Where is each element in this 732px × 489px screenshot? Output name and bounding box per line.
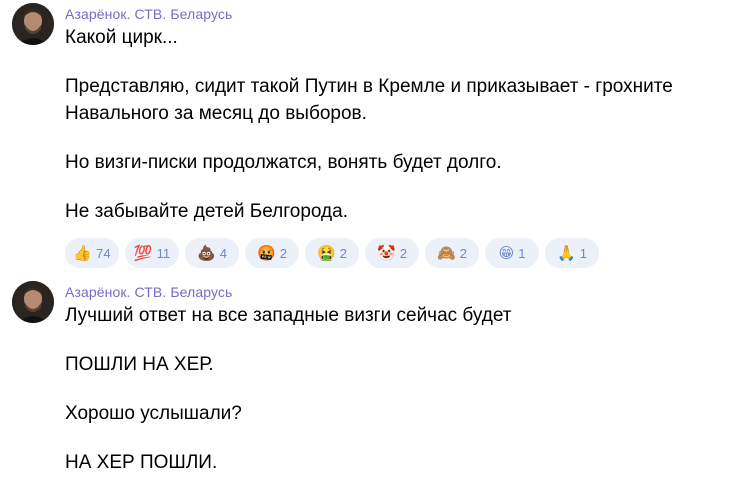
reaction-count: 2 — [339, 245, 347, 261]
reaction-count: 1 — [579, 245, 587, 261]
reaction-see-no-evil-monkey[interactable]: 🙈 2 — [425, 238, 479, 268]
message-paragraph: Но визги-писки продолжатся, вонять будет… — [65, 152, 502, 173]
sender-name[interactable]: Азарёнок. СТВ. Беларусь — [65, 284, 232, 300]
message-paragraph: Лучший ответ на все западные визги сейча… — [65, 305, 512, 326]
message-paragraph: Не забывайте детей Белгорода. — [65, 201, 348, 222]
message-text: Лучший ответ на все западные визги сейча… — [65, 302, 725, 476]
sender-name[interactable]: Азарёнок. СТВ. Беларусь — [65, 6, 232, 22]
reaction-clown-face[interactable]: 🤡 2 — [365, 238, 419, 268]
reaction-vomiting-face[interactable]: 🤮 2 — [305, 238, 359, 268]
reaction-folded-hands[interactable]: 🙏 1 — [545, 238, 599, 268]
clown-face-icon: 🤡 — [377, 243, 396, 262]
message-paragraph: ПОШЛИ НА ХЕР. — [65, 354, 214, 375]
avatar[interactable] — [12, 281, 54, 323]
reaction-count: 2 — [399, 245, 407, 261]
reaction-grinning-face[interactable]: 😁 1 — [485, 238, 539, 268]
reaction-hundred-points[interactable]: 💯 11 — [125, 238, 179, 268]
reaction-thumbs-up[interactable]: 👍 74 — [65, 238, 119, 268]
message-paragraph: Какой цирк... — [65, 27, 178, 48]
message-paragraph: Представляю, сидит такой Путин в Кремле … — [65, 76, 679, 124]
avatar-photo-icon — [12, 281, 54, 323]
message-text: Какой цирк... Представляю, сидит такой П… — [65, 24, 725, 225]
message-paragraph: НА ХЕР ПОШЛИ. — [65, 452, 218, 473]
message-paragraph: Хорошо услышали? — [65, 403, 242, 424]
avatar[interactable] — [12, 3, 54, 45]
reaction-count: 11 — [156, 245, 171, 261]
reaction-count: 2 — [279, 245, 287, 261]
see-no-evil-monkey-icon: 🙈 — [437, 243, 456, 262]
folded-hands-icon: 🙏 — [557, 243, 576, 262]
reaction-count: 1 — [518, 245, 526, 261]
avatar-photo-icon — [12, 3, 54, 45]
reaction-count: 4 — [219, 245, 227, 261]
reaction-pile-of-poo[interactable]: 💩 4 — [185, 238, 239, 268]
reaction-count: 2 — [459, 245, 467, 261]
reaction-count: 74 — [96, 245, 111, 261]
grinning-face-icon: 😁 — [498, 243, 515, 262]
cursing-face-icon: 🤬 — [257, 243, 276, 262]
reactions-bar: 👍 74 💯 11 💩 4 🤬 2 🤮 2 🤡 2 🙈 2 😁 1 🙏 1 — [65, 238, 599, 268]
pile-of-poo-icon: 💩 — [197, 243, 216, 262]
thumbs-up-icon: 👍 — [73, 243, 93, 262]
reaction-cursing-face[interactable]: 🤬 2 — [245, 238, 299, 268]
hundred-points-icon: 💯 — [133, 243, 153, 262]
vomiting-face-icon: 🤮 — [317, 243, 336, 262]
